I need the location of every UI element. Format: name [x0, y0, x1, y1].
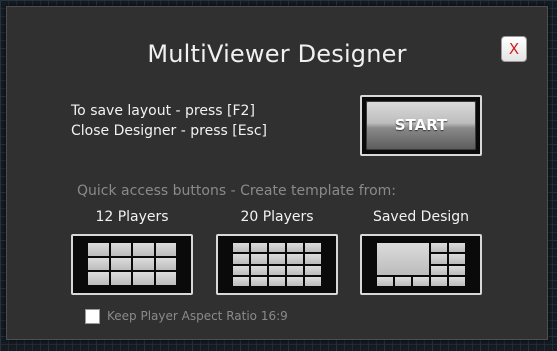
start-button-label: START — [366, 101, 476, 150]
aspect-ratio-checkbox[interactable] — [85, 309, 100, 324]
multiviewer-designer-dialog: MultiViewer Designer X To save layout - … — [6, 6, 548, 340]
close-button[interactable]: X — [501, 36, 527, 62]
saved-layout-icon — [377, 243, 465, 286]
start-button[interactable]: START — [360, 95, 482, 156]
grid-5x4-icon — [233, 243, 321, 286]
quick-access-label: Quick access buttons - Create template f… — [77, 183, 396, 199]
template-20-players-button[interactable] — [216, 234, 338, 295]
template-saved-design-label: Saved Design — [372, 209, 470, 225]
save-instruction: To save layout - press [F2] — [71, 103, 255, 119]
template-20-players-label: 20 Players — [240, 209, 314, 225]
dialog-title: MultiViewer Designer — [147, 40, 407, 68]
grid-4x3-icon — [88, 243, 176, 285]
instructions: To save layout - press [F2] Close Design… — [71, 101, 267, 141]
close-instruction: Close Designer - press [Esc] — [71, 123, 267, 139]
template-12-players-button[interactable] — [71, 234, 193, 295]
close-icon: X — [508, 40, 520, 58]
aspect-ratio-label[interactable]: Keep Player Aspect Ratio 16:9 — [107, 309, 288, 324]
template-saved-design-button[interactable] — [360, 234, 482, 295]
template-12-players-label: 12 Players — [95, 209, 169, 225]
